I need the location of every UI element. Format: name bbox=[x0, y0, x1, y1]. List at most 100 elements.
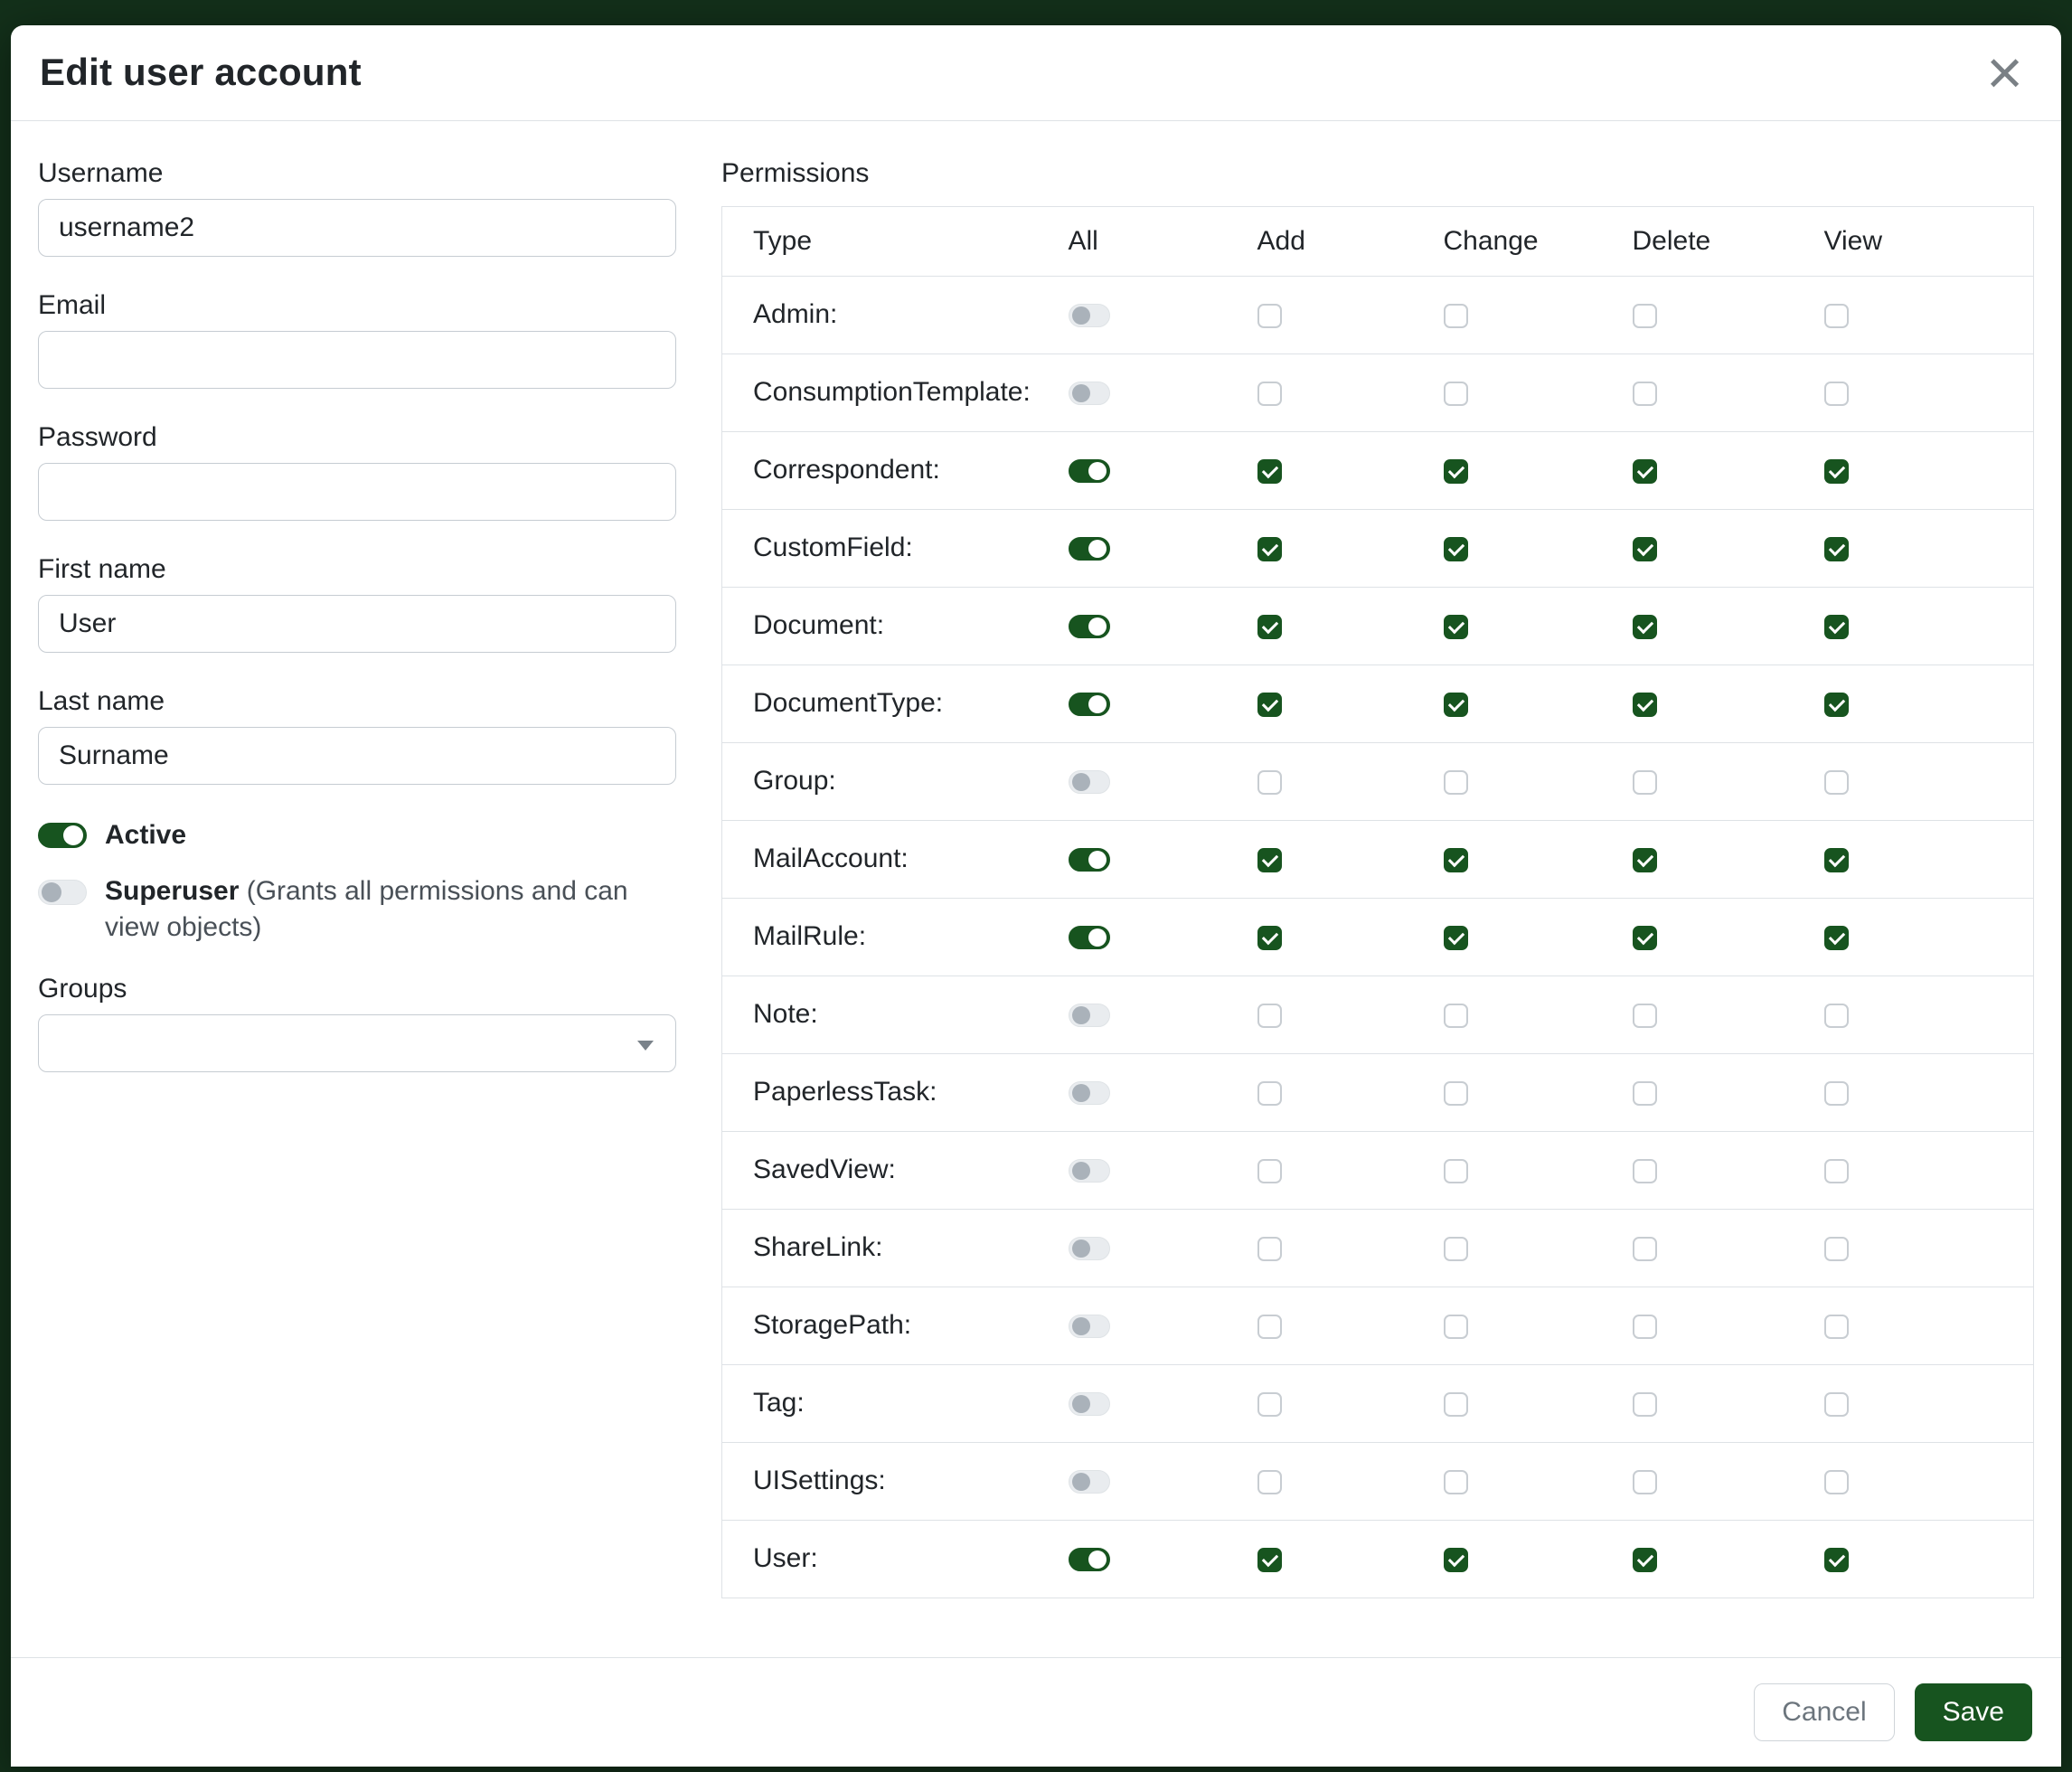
permission-view-checkbox[interactable] bbox=[1824, 459, 1849, 484]
permission-delete-checkbox[interactable] bbox=[1633, 1392, 1657, 1417]
permission-add-checkbox[interactable] bbox=[1257, 693, 1282, 717]
permission-delete-checkbox[interactable] bbox=[1633, 1548, 1657, 1572]
permission-change-checkbox[interactable] bbox=[1444, 304, 1468, 328]
permission-all-toggle[interactable] bbox=[1069, 1392, 1110, 1416]
permissions-table-body: Admin:ConsumptionTemplate:Correspondent:… bbox=[722, 276, 2034, 1598]
permission-change-checkbox[interactable] bbox=[1444, 1159, 1468, 1183]
permission-delete-checkbox[interactable] bbox=[1633, 1081, 1657, 1106]
permission-add-checkbox[interactable] bbox=[1257, 926, 1282, 950]
cancel-button[interactable]: Cancel bbox=[1754, 1683, 1894, 1741]
close-button[interactable]: × bbox=[1981, 49, 2029, 97]
permission-add-checkbox[interactable] bbox=[1257, 848, 1282, 872]
username-input[interactable] bbox=[38, 199, 676, 257]
permission-change-checkbox[interactable] bbox=[1444, 459, 1468, 484]
superuser-toggle[interactable] bbox=[38, 880, 87, 905]
permission-change-checkbox[interactable] bbox=[1444, 382, 1468, 406]
save-button[interactable]: Save bbox=[1915, 1683, 2032, 1741]
permission-change-checkbox[interactable] bbox=[1444, 770, 1468, 795]
permission-view-checkbox[interactable] bbox=[1824, 1081, 1849, 1106]
permission-view-checkbox[interactable] bbox=[1824, 1315, 1849, 1339]
email-field[interactable] bbox=[38, 331, 676, 389]
permission-delete-checkbox[interactable] bbox=[1633, 848, 1657, 872]
permission-view-checkbox[interactable] bbox=[1824, 615, 1849, 639]
permission-delete-checkbox[interactable] bbox=[1633, 1004, 1657, 1028]
permission-add-checkbox[interactable] bbox=[1257, 304, 1282, 328]
permission-delete-checkbox[interactable] bbox=[1633, 1315, 1657, 1339]
permission-change-checkbox[interactable] bbox=[1444, 1548, 1468, 1572]
permission-all-toggle[interactable] bbox=[1069, 1315, 1110, 1338]
permission-view-checkbox[interactable] bbox=[1824, 1237, 1849, 1261]
permission-add-checkbox[interactable] bbox=[1257, 615, 1282, 639]
permission-change-checkbox[interactable] bbox=[1444, 1004, 1468, 1028]
first-name-field[interactable] bbox=[38, 595, 676, 653]
permission-all-toggle[interactable] bbox=[1069, 1081, 1110, 1105]
permission-add-checkbox[interactable] bbox=[1257, 1081, 1282, 1106]
permission-all-toggle[interactable] bbox=[1069, 693, 1110, 716]
permission-all-toggle[interactable] bbox=[1069, 770, 1110, 794]
permission-all-toggle[interactable] bbox=[1069, 537, 1110, 561]
permission-all-toggle[interactable] bbox=[1069, 1470, 1110, 1494]
permission-view-checkbox[interactable] bbox=[1824, 770, 1849, 795]
permission-change-checkbox[interactable] bbox=[1444, 1470, 1468, 1494]
permission-type-label: StoragePath: bbox=[722, 1287, 1069, 1364]
permission-add-checkbox[interactable] bbox=[1257, 1315, 1282, 1339]
permission-delete-checkbox[interactable] bbox=[1633, 770, 1657, 795]
permission-delete-checkbox[interactable] bbox=[1633, 693, 1657, 717]
permission-view-checkbox[interactable] bbox=[1824, 1548, 1849, 1572]
permission-all-toggle[interactable] bbox=[1069, 1237, 1110, 1260]
permission-change-checkbox[interactable] bbox=[1444, 1081, 1468, 1106]
permission-view-checkbox[interactable] bbox=[1824, 1470, 1849, 1494]
permission-view-checkbox[interactable] bbox=[1824, 382, 1849, 406]
permission-delete-checkbox[interactable] bbox=[1633, 1237, 1657, 1261]
permission-all-toggle[interactable] bbox=[1069, 382, 1110, 405]
permission-delete-checkbox[interactable] bbox=[1633, 537, 1657, 561]
groups-label: Groups bbox=[38, 973, 676, 1005]
permission-delete-checkbox[interactable] bbox=[1633, 304, 1657, 328]
permission-all-toggle[interactable] bbox=[1069, 1004, 1110, 1027]
permission-change-checkbox[interactable] bbox=[1444, 1315, 1468, 1339]
permission-change-checkbox[interactable] bbox=[1444, 693, 1468, 717]
permission-all-toggle[interactable] bbox=[1069, 304, 1110, 327]
permission-view-checkbox[interactable] bbox=[1824, 537, 1849, 561]
permission-all-toggle[interactable] bbox=[1069, 459, 1110, 483]
permission-add-checkbox[interactable] bbox=[1257, 1237, 1282, 1261]
permission-all-toggle[interactable] bbox=[1069, 1548, 1110, 1571]
permission-all-toggle[interactable] bbox=[1069, 615, 1110, 638]
permission-view-checkbox[interactable] bbox=[1824, 1004, 1849, 1028]
permission-add-checkbox[interactable] bbox=[1257, 1004, 1282, 1028]
groups-select[interactable] bbox=[38, 1014, 676, 1072]
permission-add-checkbox[interactable] bbox=[1257, 770, 1282, 795]
permission-add-checkbox[interactable] bbox=[1257, 1392, 1282, 1417]
permission-change-checkbox[interactable] bbox=[1444, 1237, 1468, 1261]
permission-add-checkbox[interactable] bbox=[1257, 459, 1282, 484]
permission-all-toggle[interactable] bbox=[1069, 848, 1110, 872]
permission-delete-checkbox[interactable] bbox=[1633, 1470, 1657, 1494]
permission-view-checkbox[interactable] bbox=[1824, 693, 1849, 717]
password-field[interactable] bbox=[38, 463, 676, 521]
permission-change-checkbox[interactable] bbox=[1444, 537, 1468, 561]
permission-change-checkbox[interactable] bbox=[1444, 848, 1468, 872]
permission-view-checkbox[interactable] bbox=[1824, 1159, 1849, 1183]
permission-add-checkbox[interactable] bbox=[1257, 1548, 1282, 1572]
last-name-field[interactable] bbox=[38, 727, 676, 785]
permission-view-checkbox[interactable] bbox=[1824, 1392, 1849, 1417]
permission-delete-checkbox[interactable] bbox=[1633, 615, 1657, 639]
permission-all-toggle[interactable] bbox=[1069, 926, 1110, 949]
permission-view-checkbox[interactable] bbox=[1824, 848, 1849, 872]
permission-row: SavedView: bbox=[722, 1131, 2034, 1209]
active-toggle[interactable] bbox=[38, 823, 87, 848]
permission-change-checkbox[interactable] bbox=[1444, 615, 1468, 639]
permission-view-checkbox[interactable] bbox=[1824, 926, 1849, 950]
permission-add-checkbox[interactable] bbox=[1257, 1159, 1282, 1183]
permission-add-checkbox[interactable] bbox=[1257, 382, 1282, 406]
permission-delete-checkbox[interactable] bbox=[1633, 926, 1657, 950]
permission-all-toggle[interactable] bbox=[1069, 1159, 1110, 1183]
permission-change-checkbox[interactable] bbox=[1444, 1392, 1468, 1417]
permission-delete-checkbox[interactable] bbox=[1633, 382, 1657, 406]
permission-view-checkbox[interactable] bbox=[1824, 304, 1849, 328]
permission-change-checkbox[interactable] bbox=[1444, 926, 1468, 950]
permission-delete-checkbox[interactable] bbox=[1633, 459, 1657, 484]
permission-add-checkbox[interactable] bbox=[1257, 1470, 1282, 1494]
permission-delete-checkbox[interactable] bbox=[1633, 1159, 1657, 1183]
permission-add-checkbox[interactable] bbox=[1257, 537, 1282, 561]
